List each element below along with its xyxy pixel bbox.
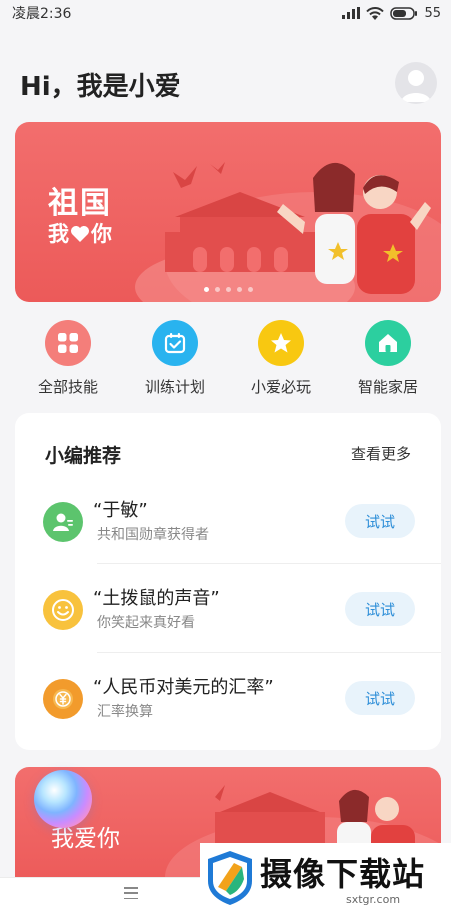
quick-action-label: 全部技能	[37, 378, 98, 396]
battery-icon	[390, 6, 418, 20]
recommend-item-title: “土拨鼠的声音”	[93, 588, 220, 609]
recommend-item-subtitle: 你笑起来真好看	[97, 615, 195, 631]
try-button[interactable]: 试试	[345, 592, 415, 626]
see-more-link[interactable]: 查看更多	[351, 443, 411, 464]
carousel-dot[interactable]	[247, 287, 253, 292]
signal-icon	[342, 7, 361, 19]
divider	[97, 652, 441, 653]
grid-icon	[45, 320, 91, 366]
watermark-logo	[208, 851, 252, 905]
coin-icon	[43, 679, 83, 719]
greeting-title: Hi，我是小爱	[20, 72, 181, 102]
banner-subtitle: 我你	[48, 218, 112, 248]
assistant-orb-button[interactable]	[34, 770, 92, 828]
avatar[interactable]	[395, 62, 437, 104]
quick-action-training-plan[interactable]: 训练计划	[125, 320, 225, 397]
carousel-dots	[15, 287, 441, 292]
watermark: 摄像下载站 sxtgr.com	[200, 843, 451, 911]
quick-action-smart-home[interactable]: 智能家居	[338, 320, 438, 397]
recommend-title: 小编推荐	[45, 445, 122, 467]
smile-icon	[43, 590, 83, 630]
user-avatar-icon	[401, 70, 431, 102]
person-icon	[43, 502, 83, 542]
quick-action-must-play[interactable]: 小爱必玩	[231, 320, 331, 397]
recommend-item-subtitle: 共和国勋章获得者	[97, 527, 209, 543]
divider	[97, 563, 441, 564]
quick-action-label: 小爱必玩	[250, 378, 311, 396]
watermark-url: sxtgr.com	[346, 893, 401, 906]
status-bar: 凌晨2:36 55	[0, 0, 451, 26]
quick-action-label: 智能家居	[357, 378, 418, 396]
main-banner[interactable]: 祖国 我你	[15, 122, 441, 302]
recommend-item-subtitle: 汇率换算	[97, 704, 153, 720]
recommend-item[interactable]: “土拨鼠的声音” 你笑起来真好看 试试	[15, 588, 441, 678]
banner-subtitle-suffix: 你	[91, 222, 112, 246]
quick-action-label: 训练计划	[144, 378, 205, 396]
try-button[interactable]: 试试	[345, 504, 415, 538]
status-time: 凌晨2:36	[12, 6, 72, 22]
recommend-item[interactable]: “于敏” 共和国勋章获得者 试试	[15, 500, 441, 590]
star-icon	[258, 320, 304, 366]
home-icon	[365, 320, 411, 366]
recommend-card: 小编推荐 查看更多 “于敏” 共和国勋章获得者 试试 “土拨鼠的声音” 你笑起来…	[15, 413, 441, 750]
recommend-item-title: “于敏”	[93, 500, 148, 521]
status-icons: 55	[342, 6, 441, 21]
recommend-item-title: “人民币对美元的汇率”	[93, 677, 274, 698]
battery-level: 55	[424, 5, 441, 21]
carousel-dot[interactable]	[236, 287, 242, 292]
carousel-dot[interactable]	[203, 287, 209, 292]
carousel-dot[interactable]	[214, 287, 220, 292]
banner-subtitle-prefix: 我	[48, 222, 69, 246]
calendar-check-icon	[152, 320, 198, 366]
carousel-dot[interactable]	[225, 287, 231, 292]
banner-title: 祖国	[48, 186, 112, 221]
try-button[interactable]: 试试	[345, 681, 415, 715]
menu-icon[interactable]	[124, 887, 138, 899]
watermark-text: 摄像下载站	[260, 855, 426, 893]
wifi-icon	[366, 6, 385, 20]
recommend-item[interactable]: “人民币对美元的汇率” 汇率换算 试试	[15, 677, 441, 767]
quick-action-all-skills[interactable]: 全部技能	[18, 320, 118, 397]
heart-icon	[71, 226, 89, 242]
